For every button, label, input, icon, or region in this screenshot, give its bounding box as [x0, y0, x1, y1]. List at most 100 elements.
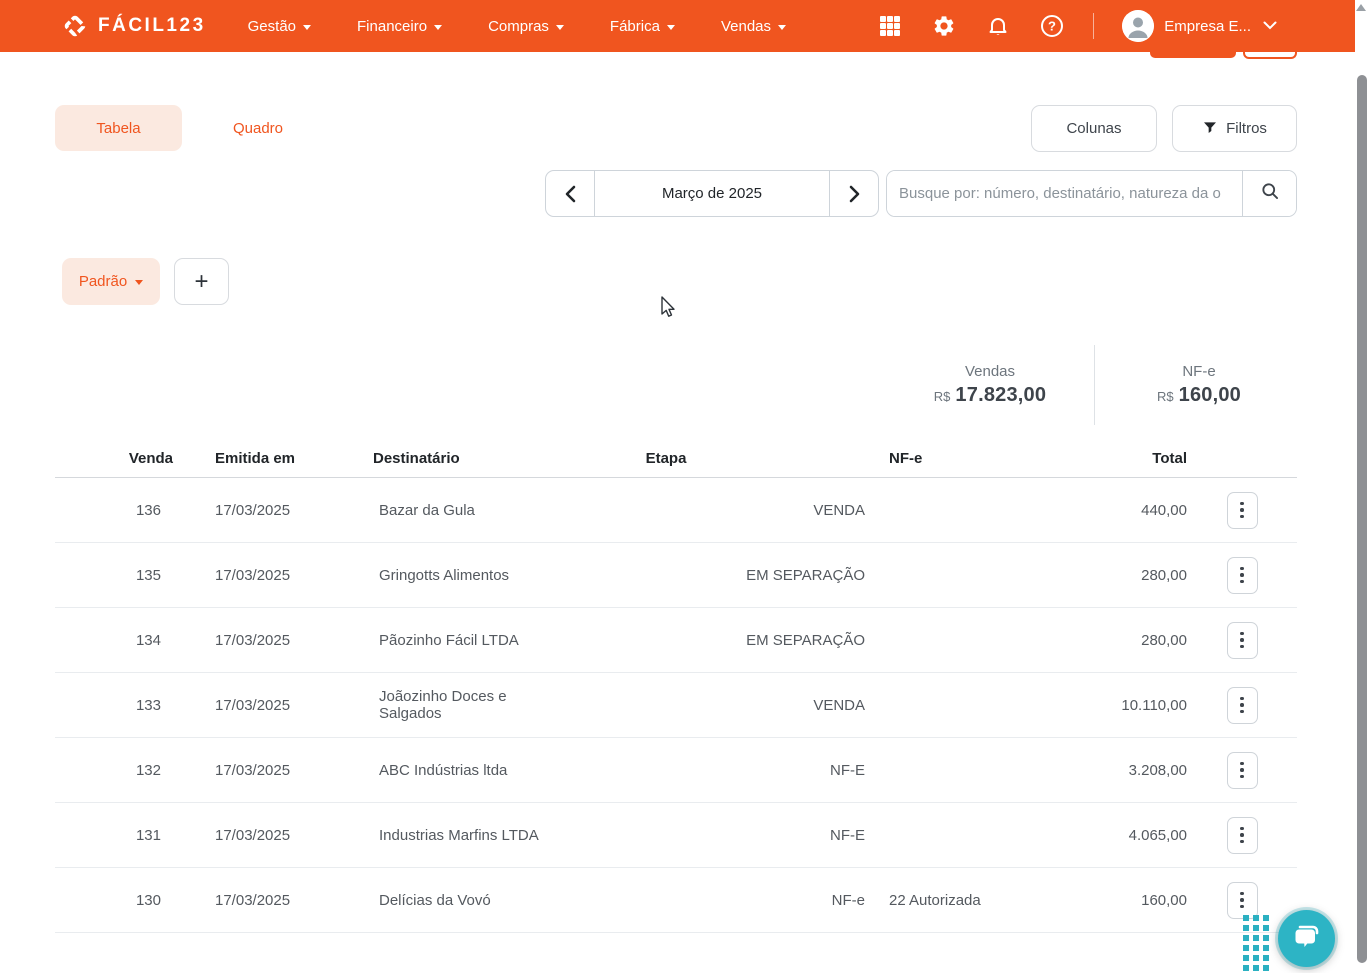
currency-symbol: R$: [933, 389, 951, 404]
cell-etapa: VENDA: [813, 696, 865, 714]
cell-destinatario: ABC Indústrias ltda: [379, 761, 508, 779]
header-emitida-em: Emitida em: [215, 450, 296, 467]
row-actions-kebab-button[interactable]: [1226, 751, 1258, 789]
tab-quadro[interactable]: Quadro: [182, 105, 334, 151]
apps-grid-icon[interactable]: [877, 13, 903, 39]
vendas-table: Venda Emitida em Destinatário Etapa NF-e…: [55, 440, 1297, 933]
colunas-button[interactable]: Colunas: [1031, 105, 1157, 152]
menu-gestao[interactable]: Gestão: [248, 18, 312, 35]
previous-month-button[interactable]: [545, 170, 595, 217]
table-row[interactable]: 130 17/03/2025 Delícias da Vovó NF-e 22 …: [55, 868, 1297, 933]
current-month-label[interactable]: Março de 2025: [595, 170, 829, 217]
caret-down-icon: [434, 24, 443, 30]
cell-destinatario: Bazar da Gula: [379, 501, 475, 519]
header-venda: Venda: [128, 450, 173, 467]
table-row[interactable]: 131 17/03/2025 Industrias Marfins LTDA N…: [55, 803, 1297, 868]
table-row[interactable]: 132 17/03/2025 ABC Indústrias ltda NF-E …: [55, 738, 1297, 803]
header-total: Total: [1152, 450, 1187, 467]
search-input[interactable]: [887, 171, 1242, 216]
vendas-total-value: 17.823,00: [955, 384, 1047, 406]
cell-actions: [1187, 881, 1297, 919]
cell-actions: [1187, 751, 1297, 789]
cell-etapa: NF-e: [831, 891, 865, 909]
cell-actions: [1187, 556, 1297, 594]
caret-down-icon: [778, 24, 786, 30]
company-name: Empresa E...: [1164, 17, 1251, 35]
cell-venda: 133: [135, 696, 161, 714]
table-row[interactable]: 136 17/03/2025 Bazar da Gula VENDA 440,0…: [55, 478, 1297, 543]
header-etapa: Etapa: [645, 450, 687, 467]
brand-logo[interactable]: FÁCIL123: [62, 13, 206, 39]
row-actions-kebab-button[interactable]: [1226, 556, 1258, 594]
cell-etapa: EM SEPARAÇÃO: [746, 631, 865, 649]
next-month-button[interactable]: [829, 170, 879, 217]
vendas-total-summary: Vendas R$ 17.823,00: [890, 363, 1090, 407]
brand-name: FÁCIL123: [98, 15, 206, 36]
brand-diamond-icon: [62, 13, 88, 39]
cell-emitida-em: 17/03/2025: [215, 696, 291, 714]
chat-widget-button[interactable]: [1278, 910, 1335, 967]
partially-hidden-outline-button[interactable]: [1243, 52, 1297, 59]
cell-total: 10.110,00: [1121, 696, 1187, 714]
user-account-menu[interactable]: Empresa E...: [1122, 10, 1277, 42]
cell-venda: 135: [135, 566, 161, 584]
notifications-bell-icon[interactable]: [985, 13, 1011, 39]
menu-vendas[interactable]: Vendas: [721, 18, 786, 35]
row-actions-kebab-button[interactable]: [1226, 621, 1258, 659]
menu-fabrica[interactable]: Fábrica: [610, 18, 675, 35]
menu-financeiro-label: Financeiro: [357, 17, 428, 35]
filtros-button[interactable]: Filtros: [1172, 105, 1297, 152]
mouse-cursor: [661, 296, 679, 325]
header-destinatario: Destinatário: [373, 450, 460, 467]
cell-emitida-em: 17/03/2025: [215, 501, 291, 519]
scrollbar-thumb[interactable]: [1357, 75, 1367, 963]
summary-divider: [1094, 345, 1095, 425]
cell-emitida-em: 17/03/2025: [215, 826, 291, 844]
filtros-label: Filtros: [1226, 120, 1267, 137]
colunas-label: Colunas: [1066, 120, 1122, 137]
navbar-right: ? Empresa E...: [877, 0, 1277, 52]
table-row[interactable]: 135 17/03/2025 Gringotts Alimentos EM SE…: [55, 543, 1297, 608]
tab-tabela[interactable]: Tabela: [55, 105, 182, 151]
chat-bubble-icon: [1290, 919, 1324, 958]
navbar-divider: [1093, 13, 1095, 39]
cell-actions: [1187, 816, 1297, 854]
nfe-total-value: 160,00: [1178, 384, 1241, 406]
cell-venda: 136: [135, 501, 161, 519]
vendas-page: FÁCIL123 Gestão Financeiro Compras Fábri…: [0, 0, 1370, 973]
cell-emitida-em: 17/03/2025: [215, 566, 291, 584]
menu-compras[interactable]: Compras: [488, 18, 564, 35]
cell-destinatario: Gringotts Alimentos: [379, 566, 510, 584]
partially-hidden-primary-button[interactable]: [1150, 52, 1236, 58]
cell-total: 160,00: [1141, 891, 1187, 909]
settings-gear-icon[interactable]: [931, 13, 957, 39]
row-actions-kebab-button[interactable]: [1226, 686, 1258, 724]
menu-compras-label: Compras: [488, 17, 549, 35]
padrao-dropdown[interactable]: Padrão: [62, 258, 160, 305]
row-actions-kebab-button[interactable]: [1226, 816, 1258, 854]
cell-total: 440,00: [1141, 501, 1187, 519]
table-row[interactable]: 133 17/03/2025 Joãozinho Doces e Salgado…: [55, 673, 1297, 738]
row-actions-kebab-button[interactable]: [1226, 491, 1258, 529]
menu-vendas-label: Vendas: [720, 17, 771, 35]
cell-venda: 130: [135, 891, 161, 909]
caret-down-icon: [666, 24, 675, 30]
table-header-row: Venda Emitida em Destinatário Etapa NF-e…: [55, 440, 1297, 478]
help-circle-icon[interactable]: ?: [1039, 13, 1065, 39]
header-nfe: NF-e: [889, 450, 923, 467]
cell-destinatario: Delícias da Vovó: [379, 891, 491, 909]
cell-venda: 132: [135, 761, 161, 779]
scrollbar-up-arrow[interactable]: [1356, 4, 1366, 11]
cell-destinatario: Industrias Marfins LTDA: [379, 826, 539, 844]
search-button[interactable]: [1242, 171, 1296, 216]
menu-financeiro[interactable]: Financeiro: [357, 17, 443, 35]
nfe-total-label: NF-e: [1182, 363, 1216, 380]
month-navigator: Março de 2025: [545, 170, 879, 217]
padrao-label: Padrão: [78, 273, 128, 290]
add-filter-button[interactable]: +: [174, 258, 229, 305]
widget-drag-handle[interactable]: [1243, 915, 1269, 971]
cell-emitida-em: 17/03/2025: [215, 761, 291, 779]
row-actions-kebab-button[interactable]: [1226, 881, 1258, 919]
table-row[interactable]: 134 17/03/2025 Pãozinho Fácil LTDA EM SE…: [55, 608, 1297, 673]
nfe-total-summary: NF-e R$ 160,00: [1099, 363, 1299, 407]
